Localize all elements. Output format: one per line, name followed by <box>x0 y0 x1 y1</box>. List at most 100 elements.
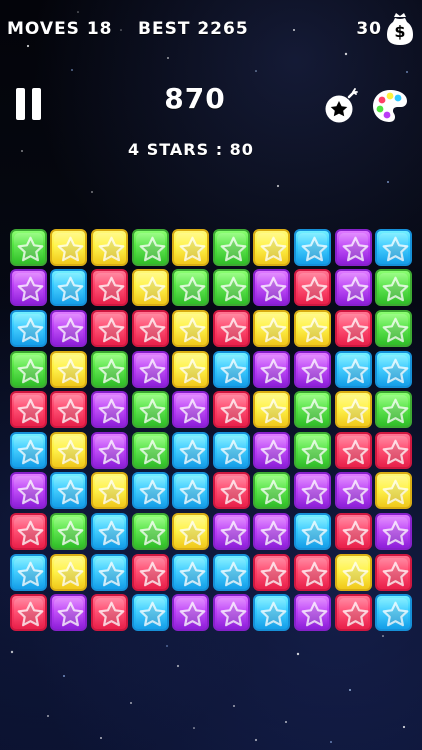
tile-green[interactable] <box>375 269 413 307</box>
tile-blue[interactable] <box>172 472 210 510</box>
tile-yellow[interactable] <box>50 228 88 266</box>
tile-blue[interactable] <box>375 350 413 388</box>
tile-red[interactable] <box>131 553 169 591</box>
tile-yellow[interactable] <box>172 228 210 266</box>
tile-purple[interactable] <box>50 310 88 347</box>
tile-green[interactable] <box>212 228 250 266</box>
tile-purple[interactable] <box>253 513 291 550</box>
tile-purple[interactable] <box>172 391 210 429</box>
tile-yellow[interactable] <box>172 310 210 347</box>
tile-green[interactable] <box>131 391 169 429</box>
tile-blue[interactable] <box>9 553 47 591</box>
tile-yellow[interactable] <box>172 513 210 550</box>
tile-yellow[interactable] <box>253 310 291 347</box>
tile-purple[interactable] <box>334 228 372 266</box>
tile-green[interactable] <box>375 391 413 429</box>
tile-yellow[interactable] <box>50 431 88 469</box>
tile-yellow[interactable] <box>50 350 88 388</box>
tile-purple[interactable] <box>294 350 331 388</box>
tile-green[interactable] <box>50 513 88 550</box>
tile-blue[interactable] <box>294 513 331 550</box>
tile-blue[interactable] <box>375 228 413 266</box>
tile-red[interactable] <box>253 553 291 591</box>
tile-red[interactable] <box>50 391 88 429</box>
tile-yellow[interactable] <box>334 391 372 429</box>
tile-blue[interactable] <box>375 594 413 632</box>
tile-purple[interactable] <box>334 269 372 307</box>
tile-red[interactable] <box>131 310 169 347</box>
tile-blue[interactable] <box>9 310 47 347</box>
tile-red[interactable] <box>375 553 413 591</box>
tile-red[interactable] <box>294 269 331 307</box>
tile-blue[interactable] <box>50 269 88 307</box>
tile-blue[interactable] <box>131 472 169 510</box>
tile-purple[interactable] <box>253 350 291 388</box>
tile-purple[interactable] <box>91 391 128 429</box>
tile-red[interactable] <box>91 594 128 632</box>
tile-red[interactable] <box>9 513 47 550</box>
tile-purple[interactable] <box>334 472 372 510</box>
tile-red[interactable] <box>334 594 372 632</box>
tile-green[interactable] <box>131 431 169 469</box>
tile-purple[interactable] <box>375 513 413 550</box>
pause-button[interactable] <box>12 86 48 124</box>
tile-green[interactable] <box>294 431 331 469</box>
tile-blue[interactable] <box>212 431 250 469</box>
tile-yellow[interactable] <box>131 269 169 307</box>
tile-yellow[interactable] <box>253 228 291 266</box>
tile-red[interactable] <box>375 431 413 469</box>
tile-yellow[interactable] <box>50 553 88 591</box>
tile-red[interactable] <box>91 310 128 347</box>
tile-green[interactable] <box>131 513 169 550</box>
tile-red[interactable] <box>9 594 47 632</box>
tile-purple[interactable] <box>253 269 291 307</box>
color-palette-button[interactable] <box>370 86 410 126</box>
tile-blue[interactable] <box>91 553 128 591</box>
tile-red[interactable] <box>212 472 250 510</box>
tile-blue[interactable] <box>334 350 372 388</box>
tile-purple[interactable] <box>9 269 47 307</box>
tile-blue[interactable] <box>172 431 210 469</box>
tile-blue[interactable] <box>91 513 128 550</box>
tile-green[interactable] <box>9 228 47 266</box>
bomb-button[interactable] <box>322 88 362 126</box>
tile-purple[interactable] <box>212 513 250 550</box>
tile-red[interactable] <box>334 431 372 469</box>
tile-blue[interactable] <box>131 594 169 632</box>
tile-yellow[interactable] <box>91 472 128 510</box>
tile-blue[interactable] <box>212 553 250 591</box>
tile-red[interactable] <box>9 391 47 429</box>
tile-yellow[interactable] <box>253 391 291 429</box>
tile-red[interactable] <box>294 553 331 591</box>
tile-purple[interactable] <box>172 594 210 632</box>
tile-green[interactable] <box>172 269 210 307</box>
tile-blue[interactable] <box>50 472 88 510</box>
tile-purple[interactable] <box>91 431 128 469</box>
tile-green[interactable] <box>9 350 47 388</box>
tile-blue[interactable] <box>212 350 250 388</box>
tile-yellow[interactable] <box>375 472 413 510</box>
tile-red[interactable] <box>212 310 250 347</box>
tile-purple[interactable] <box>212 594 250 632</box>
tile-purple[interactable] <box>294 594 331 632</box>
tile-purple[interactable] <box>131 350 169 388</box>
tile-green[interactable] <box>131 228 169 266</box>
tile-purple[interactable] <box>253 431 291 469</box>
tile-green[interactable] <box>375 310 413 347</box>
tile-red[interactable] <box>212 391 250 429</box>
tile-blue[interactable] <box>9 431 47 469</box>
tile-red[interactable] <box>334 513 372 550</box>
tile-green[interactable] <box>212 269 250 307</box>
tile-red[interactable] <box>91 269 128 307</box>
tile-yellow[interactable] <box>294 310 331 347</box>
tile-yellow[interactable] <box>334 553 372 591</box>
tile-yellow[interactable] <box>172 350 210 388</box>
tile-green[interactable] <box>253 472 291 510</box>
tile-purple[interactable] <box>9 472 47 510</box>
tile-green[interactable] <box>294 391 331 429</box>
tile-purple[interactable] <box>50 594 88 632</box>
tile-green[interactable] <box>91 350 128 388</box>
tile-blue[interactable] <box>172 553 210 591</box>
tile-purple[interactable] <box>294 472 331 510</box>
tile-red[interactable] <box>334 310 372 347</box>
